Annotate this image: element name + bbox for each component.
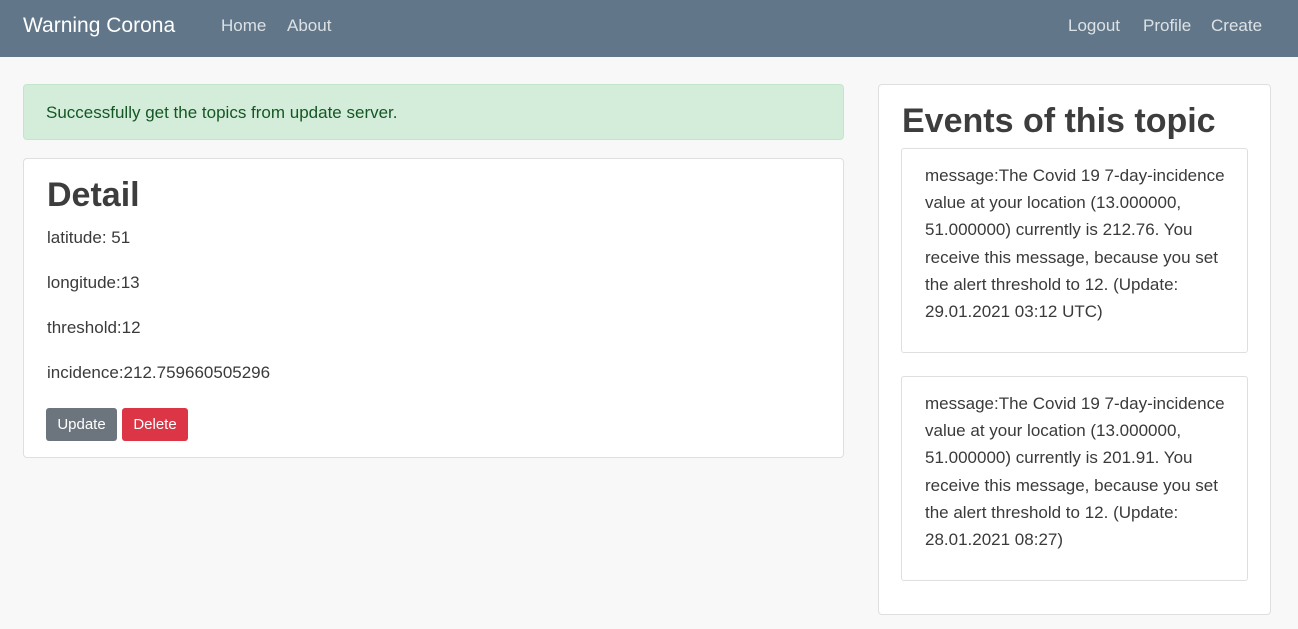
alert-text: Successfully get the topics from update … xyxy=(46,103,398,122)
event-message: message:The Covid 19 7-day-incidence val… xyxy=(925,394,1225,550)
detail-card: Detail latitude: 51 longitude:13 thresho… xyxy=(23,158,844,458)
detail-title: Detail xyxy=(47,176,140,214)
update-button[interactable]: Update xyxy=(46,408,117,441)
events-title: Events of this topic xyxy=(902,102,1216,140)
nav-link-logout[interactable]: Logout xyxy=(1068,14,1120,38)
event-message: message:The Covid 19 7-day-incidence val… xyxy=(925,166,1225,322)
event-item: message:The Covid 19 7-day-incidence val… xyxy=(901,376,1248,581)
incidence-field: incidence:212.759660505296 xyxy=(47,363,271,382)
nav-link-about[interactable]: About xyxy=(287,14,331,38)
nav-link-create[interactable]: Create xyxy=(1211,14,1262,38)
event-item: message:The Covid 19 7-day-incidence val… xyxy=(901,148,1248,353)
navbar-brand[interactable]: Warning Corona xyxy=(23,12,175,40)
events-card: Events of this topic message:The Covid 1… xyxy=(878,84,1271,615)
longitude-field: longitude:13 xyxy=(47,273,140,292)
success-alert: Successfully get the topics from update … xyxy=(23,84,844,140)
delete-button[interactable]: Delete xyxy=(122,408,188,441)
latitude-field: latitude: 51 xyxy=(47,228,131,247)
nav-link-home[interactable]: Home xyxy=(221,14,266,38)
threshold-field: threshold:12 xyxy=(47,318,141,337)
nav-link-profile[interactable]: Profile xyxy=(1143,14,1191,38)
navbar: Warning Corona Home About Logout Profile… xyxy=(0,0,1298,57)
